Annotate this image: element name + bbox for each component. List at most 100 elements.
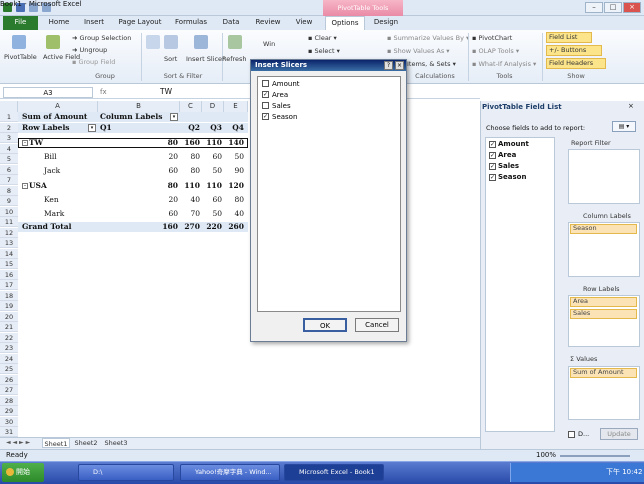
column-header-a[interactable]: A <box>18 101 98 112</box>
pivot-cell[interactable]: 160 <box>180 138 200 148</box>
column-item-season[interactable]: Season <box>570 224 637 234</box>
row-header[interactable]: 25 <box>0 364 18 374</box>
zoom-level[interactable]: 100% <box>536 451 556 459</box>
clear-button[interactable]: ▪ Clear ▾ <box>308 34 337 42</box>
field-label-amount[interactable]: Amount <box>498 140 529 148</box>
field-label-season[interactable]: Season <box>498 173 526 181</box>
pivot-values-title[interactable]: Sum of Amount <box>22 112 87 122</box>
report-filter-area[interactable] <box>568 149 640 204</box>
pivot-row-tw[interactable]: TW <box>29 138 43 148</box>
row-header[interactable]: 14 <box>0 248 18 259</box>
tab-view[interactable]: View <box>290 16 318 30</box>
pivot-cell[interactable]: 80 <box>150 181 178 191</box>
row-header[interactable]: 16 <box>0 269 18 280</box>
pivot-cell[interactable]: 20 <box>150 152 178 162</box>
sheet-nav-arrows-icon[interactable]: ◄ ◄ ► ► <box>6 439 30 446</box>
row-header[interactable]: 7 <box>0 175 18 185</box>
pivot-row-labels[interactable]: Row Labels <box>22 123 70 133</box>
pivot-cell[interactable]: 60 <box>202 152 222 162</box>
change-source-label[interactable]: Win <box>263 40 275 48</box>
select-button[interactable]: ▪ Select ▾ <box>308 47 340 55</box>
row-header[interactable]: 22 <box>0 332 18 343</box>
field-list-close-icon[interactable]: × <box>628 102 634 110</box>
row-header[interactable]: 20 <box>0 311 18 322</box>
column-header-b[interactable]: B <box>98 101 180 112</box>
slicer-label-area[interactable]: Area <box>272 90 288 100</box>
tab-review[interactable]: Review <box>250 16 286 30</box>
pivot-cell[interactable]: 80 <box>180 166 200 176</box>
refresh-icon[interactable] <box>228 35 242 49</box>
slicer-checkbox-season[interactable]: ✓ <box>262 113 269 120</box>
pivot-cell[interactable]: 90 <box>224 166 244 176</box>
row-header[interactable]: 17 <box>0 280 18 290</box>
sort-label[interactable]: Sort <box>164 55 177 63</box>
row-header[interactable]: 1 <box>0 112 18 122</box>
pivot-column-labels[interactable]: Column Labels <box>100 112 163 122</box>
column-header-e[interactable]: E <box>224 101 248 112</box>
zoom-slider[interactable] <box>560 455 630 457</box>
refresh-label[interactable]: Refresh <box>222 55 247 63</box>
pivot-row-jack[interactable]: Jack <box>44 166 60 176</box>
pivot-row-usa[interactable]: USA <box>29 181 47 191</box>
pivot-cell[interactable]: 110 <box>202 181 222 191</box>
field-checkbox-sales[interactable]: ✓ <box>489 163 496 170</box>
insert-slicer-icon[interactable] <box>194 35 208 49</box>
row-header[interactable]: 31 <box>0 427 18 437</box>
layout-options-icon[interactable]: ▤ ▾ <box>612 121 636 132</box>
row-header[interactable]: 12 <box>0 227 18 238</box>
row-item-area[interactable]: Area <box>570 297 637 307</box>
pivot-cell[interactable]: 20 <box>150 195 178 205</box>
pivot-cell[interactable]: 140 <box>224 138 244 148</box>
tab-insert[interactable]: Insert <box>78 16 110 30</box>
sheet-tab-2[interactable]: Sheet2 <box>72 438 100 448</box>
task-excel[interactable]: Microsoft Excel - Book1 <box>284 464 384 481</box>
row-header[interactable]: 6 <box>0 164 18 175</box>
close-button[interactable]: × <box>623 2 641 13</box>
pivot-cell[interactable]: 60 <box>150 209 178 219</box>
insert-slicer-label[interactable]: Insert Slicer <box>186 55 225 63</box>
row-header[interactable]: 4 <box>0 143 18 154</box>
pivottable-button-label[interactable]: PivotTable <box>4 53 37 61</box>
pivot-cell[interactable]: 120 <box>224 181 244 191</box>
tab-file[interactable]: File <box>3 16 38 30</box>
row-header[interactable]: 21 <box>0 322 18 332</box>
row-header[interactable]: 9 <box>0 196 18 206</box>
slicer-label-sales[interactable]: Sales <box>272 101 291 111</box>
maximize-button[interactable]: □ <box>604 2 622 13</box>
row-header[interactable]: 28 <box>0 395 18 406</box>
tab-options[interactable]: Options <box>325 16 365 30</box>
ok-button[interactable]: OK <box>303 318 347 332</box>
pivot-cell[interactable]: 220 <box>202 222 222 232</box>
tab-formulas[interactable]: Formulas <box>170 16 212 30</box>
slicer-checkbox-area[interactable]: ✓ <box>262 91 269 98</box>
pivot-cell[interactable]: 80 <box>224 195 244 205</box>
active-field-label[interactable]: Active Field <box>43 53 80 61</box>
pivot-col-q3[interactable]: Q3 <box>202 123 222 133</box>
fx-icon[interactable]: fx <box>100 87 160 98</box>
column-header-c[interactable]: C <box>180 101 202 112</box>
row-header[interactable]: 30 <box>0 416 18 427</box>
pivot-cell[interactable]: 60 <box>150 166 178 176</box>
slicer-checkbox-amount[interactable] <box>262 80 269 87</box>
pivot-row-bill[interactable]: Bill <box>44 152 57 162</box>
pivot-cell[interactable]: 50 <box>224 152 244 162</box>
tab-data[interactable]: Data <box>216 16 246 30</box>
items-sets-button[interactable]: Items, & Sets ▾ <box>407 60 456 68</box>
tab-page-layout[interactable]: Page Layout <box>114 16 166 30</box>
field-label-area[interactable]: Area <box>498 151 516 159</box>
olap-tools-button[interactable]: ▪ OLAP Tools ▾ <box>472 47 519 55</box>
field-checkbox-area[interactable]: ✓ <box>489 152 496 159</box>
field-checkbox-season[interactable]: ✓ <box>489 174 496 181</box>
task-explorer[interactable]: D:\ <box>78 464 174 481</box>
pivot-cell[interactable]: 40 <box>180 195 200 205</box>
row-header[interactable]: 27 <box>0 385 18 395</box>
select-all-corner[interactable] <box>0 101 18 112</box>
field-label-sales[interactable]: Sales <box>498 162 519 170</box>
minimize-button[interactable]: – <box>585 2 603 13</box>
tab-home[interactable]: Home <box>44 16 74 30</box>
column-labels-filter-icon[interactable]: ▾ <box>170 113 178 121</box>
cancel-button[interactable]: Cancel <box>355 318 399 332</box>
pivot-col-q1[interactable]: Q1 <box>100 123 112 133</box>
slicer-label-season[interactable]: Season <box>272 112 297 122</box>
pivot-row-ken[interactable]: Ken <box>44 195 59 205</box>
